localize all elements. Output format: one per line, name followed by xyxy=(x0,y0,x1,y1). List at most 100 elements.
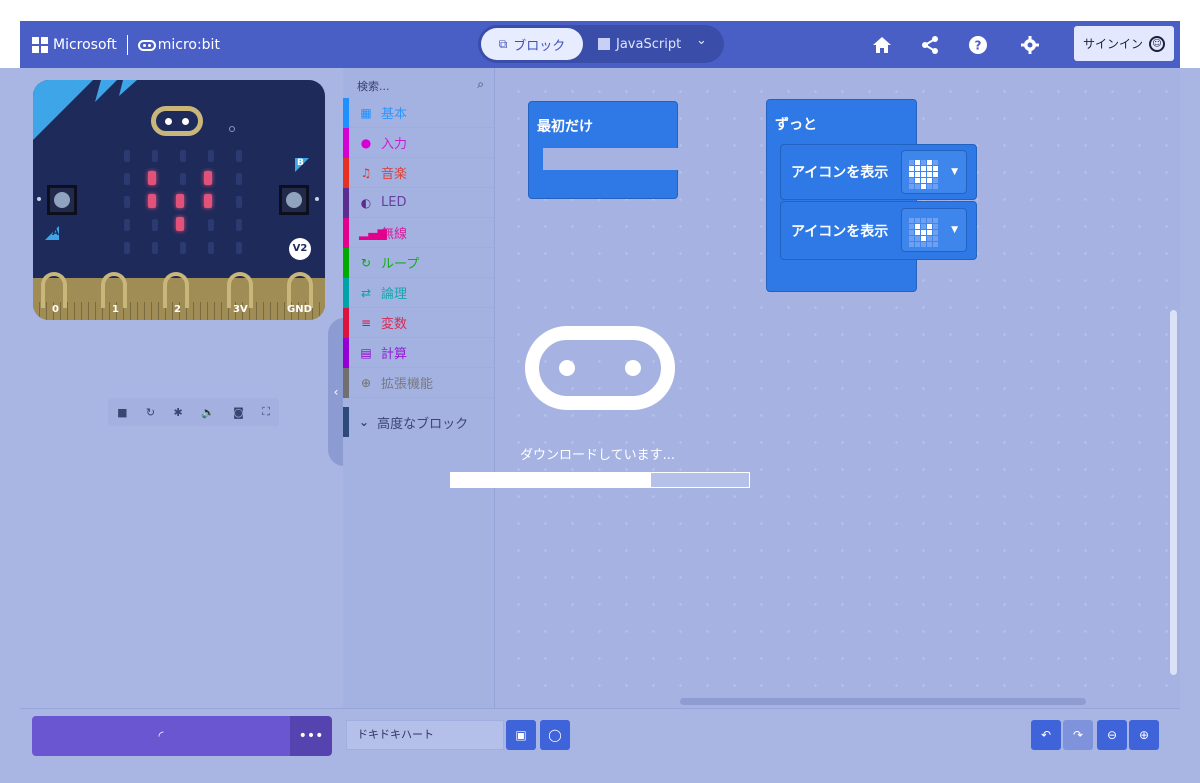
category-color-bar xyxy=(343,307,349,338)
toolbox-search[interactable]: 検索... ⌕ xyxy=(343,72,494,100)
dropdown-arrow-icon: ▼ xyxy=(951,167,958,177)
button-b-dot xyxy=(315,197,319,201)
project-name-input[interactable]: ドキドキハート xyxy=(346,720,504,750)
show-icon-label: アイコンを表示 xyxy=(791,223,889,240)
toolbox-category[interactable]: ◐ LED xyxy=(343,187,494,218)
gear-icon[interactable] xyxy=(1018,33,1042,57)
svg-text:?: ? xyxy=(975,39,982,53)
signin-button[interactable]: サインイン ☺ xyxy=(1074,26,1174,61)
category-label: 基本 xyxy=(381,107,408,122)
toolbox-category[interactable]: ⊕ 拡張機能 xyxy=(343,367,494,398)
progress-fill xyxy=(451,473,651,487)
header: Microsoft micro:bit ⧉ ブロック JavaScript ⌄ … xyxy=(20,21,1180,68)
chevron-down-icon[interactable]: ⌄ xyxy=(696,33,707,48)
toolbox-category[interactable]: ↻ ループ xyxy=(343,247,494,278)
fullscreen-icon[interactable]: ⛶ xyxy=(262,405,270,419)
pin-1-pad[interactable] xyxy=(101,272,127,308)
category-color-bar xyxy=(343,337,349,368)
zoom-out-button[interactable]: ⊖ xyxy=(1097,720,1127,750)
brand-name: Microsoft xyxy=(53,37,117,53)
button-a[interactable] xyxy=(47,185,77,215)
vertical-scrollbar[interactable] xyxy=(1170,310,1177,675)
button-a-label: A xyxy=(52,228,59,238)
zoom-out-icon: ⊖ xyxy=(1106,728,1118,742)
zoom-in-button[interactable]: ⊕ xyxy=(1129,720,1159,750)
show-icon-block[interactable]: アイコンを表示 ▼ xyxy=(780,201,977,260)
microbit-download-logo xyxy=(525,326,675,410)
toolbox-category[interactable]: ▦ 基本 xyxy=(343,97,494,128)
redo-icon: ↷ xyxy=(1072,728,1084,742)
category-label: 音楽 xyxy=(381,167,408,182)
toolbox-category[interactable]: ≡ 変数 xyxy=(343,307,494,338)
signin-label: サインイン xyxy=(1082,37,1143,51)
download-progress-bar xyxy=(450,472,750,488)
advanced-blocks-button[interactable]: ⌄ 高度なブロック xyxy=(343,407,494,437)
undo-icon: ↶ xyxy=(1040,728,1052,742)
category-color-bar xyxy=(343,367,349,398)
statement-slot xyxy=(543,148,679,170)
category-color-bar xyxy=(343,127,349,158)
sound-icon[interactable]: 🔈 xyxy=(201,406,215,419)
board-corner-decoration xyxy=(33,80,137,140)
restart-icon[interactable]: ↻ xyxy=(146,406,155,419)
horizontal-scrollbar[interactable] xyxy=(680,698,1086,705)
home-icon[interactable] xyxy=(870,33,894,57)
led xyxy=(152,150,158,162)
undo-button[interactable]: ↶ xyxy=(1031,720,1061,750)
pin-2-pad[interactable] xyxy=(163,272,189,308)
redo-button[interactable]: ↷ xyxy=(1063,720,1093,750)
category-color-bar xyxy=(343,277,349,308)
list-icon: ≡ xyxy=(360,315,372,330)
save-button[interactable]: ▣ xyxy=(506,720,536,750)
more-options-button[interactable]: ••• xyxy=(290,716,332,756)
toolbox-category[interactable]: ● 入力 xyxy=(343,127,494,158)
stop-icon[interactable]: ■ xyxy=(117,406,127,419)
category-label: 無線 xyxy=(381,227,408,242)
microbit-logo-icon xyxy=(137,39,156,51)
javascript-mode-button[interactable]: JavaScript xyxy=(598,28,681,60)
toolbox-category[interactable]: ♫ 音楽 xyxy=(343,157,494,188)
github-button[interactable]: ◯ xyxy=(540,720,570,750)
microphone-indicator xyxy=(229,126,235,132)
pin-3v-pad[interactable] xyxy=(227,272,253,308)
button-b[interactable] xyxy=(279,185,309,215)
screenshot-icon[interactable]: ◙ xyxy=(233,406,244,419)
toolbox-category[interactable]: ⇄ 論理 xyxy=(343,277,494,308)
forever-label: ずっと xyxy=(775,117,817,133)
help-icon[interactable]: ? xyxy=(966,33,990,57)
pin-label: 3V xyxy=(233,304,248,315)
button-a-dot xyxy=(37,197,41,201)
blocks-mode-button[interactable]: ⧉ ブロック xyxy=(481,28,583,60)
toolbox-category[interactable]: ▂▄▆ 無線 xyxy=(343,217,494,248)
led xyxy=(124,196,130,208)
icon-picker[interactable]: ▼ xyxy=(901,150,967,194)
blocks-workspace[interactable]: 最初だけ ずっと アイコンを表示 ▼ アイコンを表示 ▼ ダウンロードしています… xyxy=(450,68,1180,708)
bottom-bar: ◜ ••• ドキドキハート ▣ ◯ ↶ ↷ ⊖ ⊕ xyxy=(20,708,1180,764)
javascript-mode-label: JavaScript xyxy=(616,36,682,52)
download-button[interactable]: ◜ xyxy=(32,716,290,756)
debug-icon[interactable]: ✱ xyxy=(173,406,182,419)
on-start-block[interactable]: 最初だけ xyxy=(528,101,679,199)
led xyxy=(124,173,130,185)
pin-gnd-pad[interactable] xyxy=(287,272,313,308)
icon-picker[interactable]: ▼ xyxy=(901,208,967,252)
button-b-label: B xyxy=(297,158,304,168)
pin-label: 0 xyxy=(52,304,59,315)
pin-label: GND xyxy=(287,304,312,315)
show-icon-block[interactable]: アイコンを表示 ▼ xyxy=(780,144,977,200)
touch-logo-pad[interactable] xyxy=(151,106,203,136)
toolbox-category[interactable]: ▤ 計算 xyxy=(343,337,494,368)
pin-label: 2 xyxy=(174,304,181,315)
share-icon[interactable] xyxy=(918,33,942,57)
search-icon[interactable]: ⌕ xyxy=(477,77,484,92)
brand[interactable]: Microsoft micro:bit xyxy=(32,35,220,55)
spinner-icon: ◜ xyxy=(158,728,164,744)
led xyxy=(236,242,242,254)
chevron-left-icon: ‹ xyxy=(333,385,339,399)
user-icon: ☺ xyxy=(1149,35,1165,52)
pin-0-pad[interactable] xyxy=(41,272,67,308)
collapse-simulator-button[interactable]: ‹ xyxy=(328,318,344,466)
download-status: ダウンロードしています... xyxy=(520,448,676,463)
toggle-icon: ◐ xyxy=(360,195,372,210)
led-on xyxy=(176,217,184,231)
